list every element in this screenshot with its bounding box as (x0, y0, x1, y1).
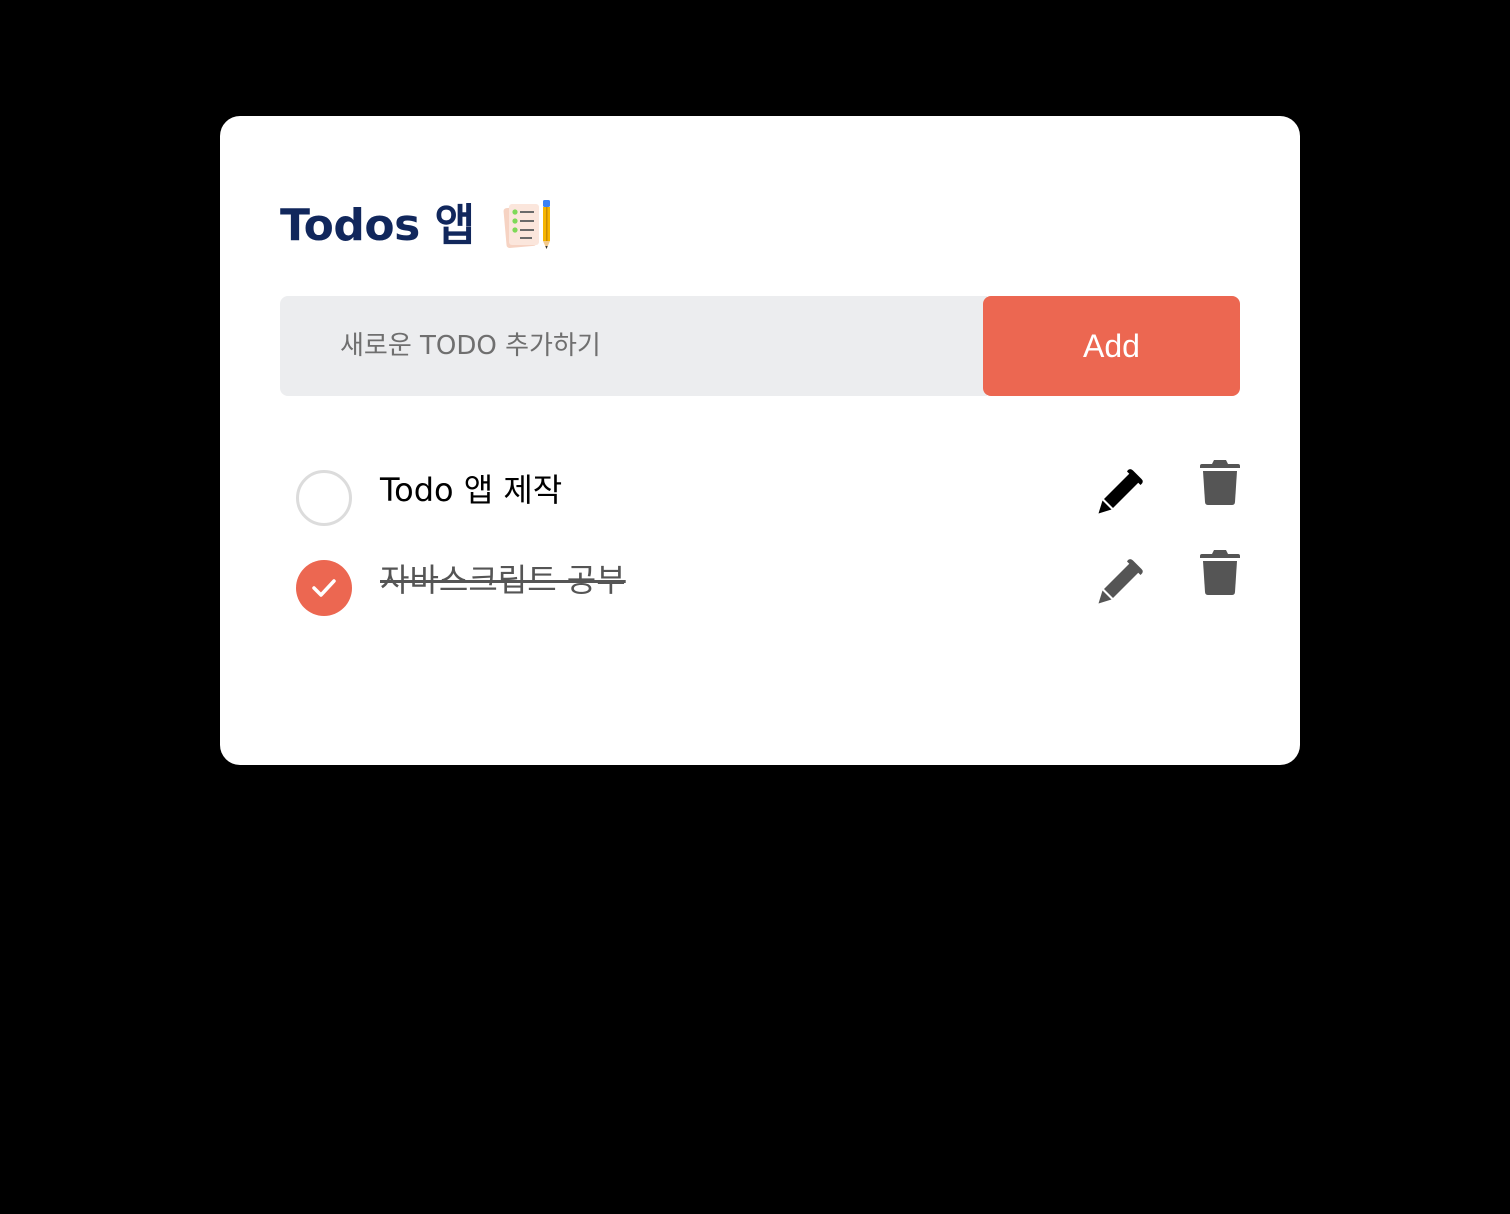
edit-button[interactable] (1090, 462, 1150, 522)
list-item: 자바스크립트 공부 (296, 536, 1240, 626)
todo-text: Todo 앱 제작 (380, 471, 563, 509)
pencil-icon (1098, 559, 1143, 604)
trash-icon (1200, 460, 1240, 505)
new-todo-input[interactable] (280, 296, 987, 396)
page-title: Todos 앱 (280, 200, 475, 251)
list-item: Todo 앱 제작 (296, 446, 1240, 536)
todo-checkbox-checked[interactable] (296, 560, 352, 616)
pencil-icon (1098, 469, 1143, 514)
todo-text: 자바스크립트 공부 (380, 561, 626, 599)
delete-button[interactable] (1190, 452, 1250, 512)
todo-card: Todos 앱 Add Todo 앱 제작 (220, 116, 1300, 765)
edit-button[interactable] (1090, 552, 1150, 612)
add-button[interactable]: Add (983, 296, 1240, 396)
checkmark-icon (312, 579, 336, 597)
todo-checkbox[interactable] (296, 470, 352, 526)
delete-button[interactable] (1190, 542, 1250, 602)
header: Todos 앱 (280, 196, 559, 256)
trash-icon (1200, 550, 1240, 595)
todo-list: Todo 앱 제작 자바스크립트 공부 (296, 446, 1240, 626)
notepad-pencil-icon (503, 200, 550, 249)
add-todo-form: Add (280, 296, 1240, 396)
